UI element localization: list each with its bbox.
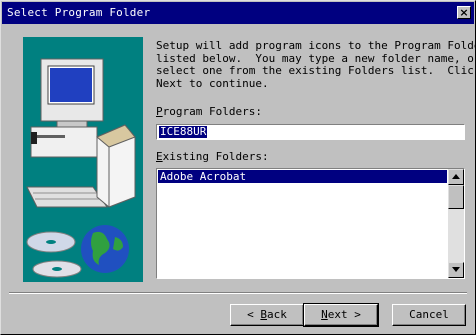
setup-illustration bbox=[23, 37, 143, 282]
title-bar[interactable]: Select Program Folder × bbox=[2, 2, 474, 24]
arrow-down-icon bbox=[452, 267, 460, 272]
computer-globe-icon bbox=[26, 58, 136, 278]
close-button[interactable]: × bbox=[457, 6, 471, 19]
list-item[interactable]: Adobe Acrobat bbox=[158, 170, 447, 183]
back-label: ack bbox=[267, 308, 287, 321]
program-folders-label-text: rogram Folders: bbox=[162, 105, 262, 118]
existing-folders-label-text: xisting Folders: bbox=[162, 150, 269, 163]
program-folders-hotkey: P bbox=[156, 105, 163, 118]
back-hotkey: B bbox=[260, 308, 267, 321]
intro-text: Setup will add program icons to the Prog… bbox=[156, 39, 476, 90]
next-button[interactable]: Next > bbox=[303, 303, 379, 327]
scroll-down-button[interactable] bbox=[448, 262, 464, 278]
next-label: ext > bbox=[327, 308, 361, 321]
existing-folders-label: Existing Folders: bbox=[156, 150, 269, 163]
back-prefix: < bbox=[247, 308, 261, 321]
close-icon: × bbox=[459, 6, 469, 19]
program-folders-label: Program Folders: bbox=[156, 105, 262, 118]
select-program-folder-dialog: Select Program Folder × Setup will add p… bbox=[0, 0, 476, 335]
scroll-thumb[interactable] bbox=[448, 185, 464, 209]
vertical-scrollbar[interactable] bbox=[448, 169, 464, 278]
program-folder-value: ICE88UR bbox=[159, 125, 208, 138]
arrow-up-icon bbox=[452, 174, 460, 179]
existing-folders-hotkey: E bbox=[156, 150, 163, 163]
cancel-button[interactable]: Cancel bbox=[392, 304, 466, 326]
scroll-up-button[interactable] bbox=[448, 169, 464, 185]
next-hotkey: N bbox=[321, 308, 328, 321]
back-button[interactable]: < Back bbox=[230, 304, 304, 326]
window-title: Select Program Folder bbox=[7, 6, 151, 19]
button-separator bbox=[9, 292, 467, 294]
program-folder-input[interactable]: ICE88UR bbox=[156, 124, 465, 140]
existing-folders-list[interactable]: Adobe Acrobat bbox=[156, 168, 465, 279]
